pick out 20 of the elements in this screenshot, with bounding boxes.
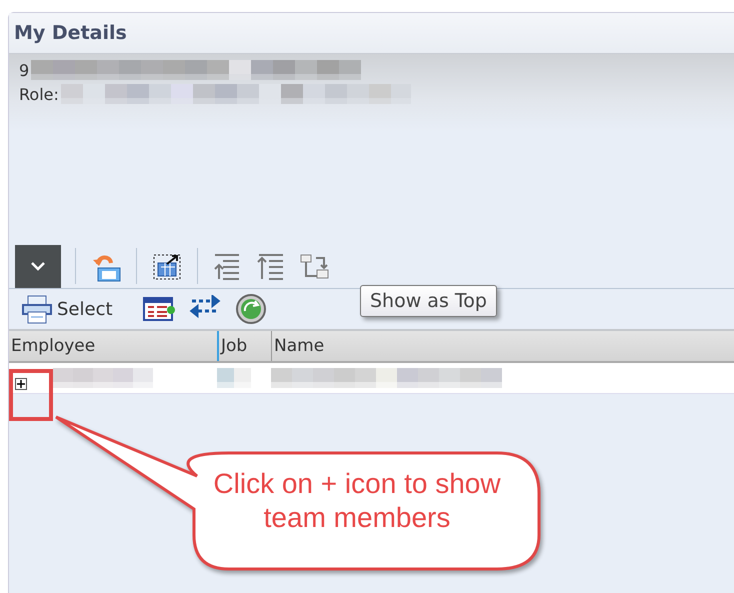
hierarchy-icon[interactable] <box>300 252 330 280</box>
column-header[interactable]: Job <box>219 331 272 361</box>
highlight-box <box>9 369 53 421</box>
role-label: Role: <box>19 84 59 104</box>
collapse-list-icon[interactable] <box>256 252 286 280</box>
printer-icon <box>21 294 53 324</box>
refresh-globe-icon[interactable] <box>234 293 267 325</box>
column-header[interactable]: Name <box>272 331 734 361</box>
expand-list-icon[interactable] <box>212 252 242 280</box>
expand-icon[interactable] <box>15 378 27 390</box>
callout-text: Click on + icon to show team members <box>212 467 502 535</box>
blurred-text <box>217 368 251 388</box>
chevron-down-icon <box>30 261 46 271</box>
id-text: 9 <box>19 60 30 80</box>
select-button[interactable]: Select <box>21 294 113 324</box>
form-icon[interactable] <box>142 295 175 323</box>
panel-title: My Details <box>14 22 127 44</box>
tooltip: Show as Top <box>360 285 497 317</box>
dropdown-button[interactable] <box>15 244 61 288</box>
column-header[interactable]: Employee <box>9 331 219 361</box>
